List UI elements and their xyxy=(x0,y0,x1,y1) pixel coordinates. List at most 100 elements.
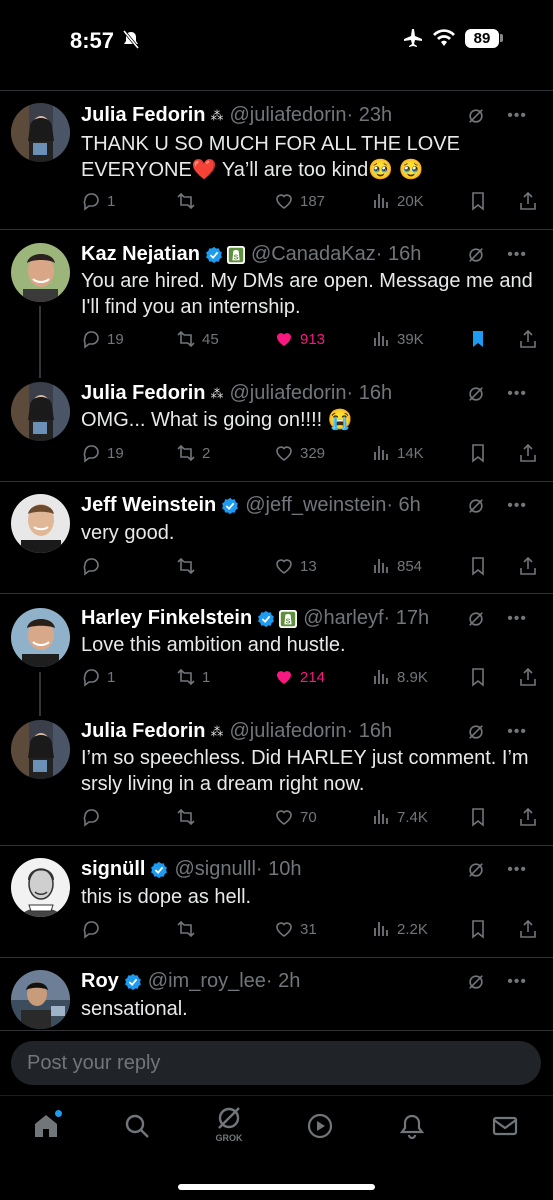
retweet-button[interactable] xyxy=(176,556,202,576)
author-handle[interactable]: @signulll xyxy=(174,858,255,881)
more-options-icon[interactable]: ••• xyxy=(507,610,527,628)
author-handle[interactable]: @juliafedorin xyxy=(229,382,346,405)
views-button[interactable]: 2.2K xyxy=(371,919,428,939)
reply-tweet[interactable]: Julia Fedorin ⁂ @juliafedorin · 16h ••• … xyxy=(0,708,553,846)
avatar[interactable] xyxy=(11,243,70,302)
avatar[interactable] xyxy=(11,858,70,917)
grok-icon[interactable] xyxy=(467,385,485,403)
like-button[interactable]: 31 xyxy=(274,919,317,939)
like-button[interactable]: 13 xyxy=(274,556,317,576)
avatar[interactable] xyxy=(11,720,70,779)
author-handle[interactable]: @CanadaKaz xyxy=(251,243,376,266)
author-handle[interactable]: @harleyf xyxy=(303,607,383,630)
author-handle[interactable]: @juliafedorin xyxy=(229,720,346,743)
grok-icon[interactable] xyxy=(467,107,485,125)
author-handle[interactable]: @juliafedorin xyxy=(229,104,346,127)
avatar[interactable] xyxy=(11,382,70,441)
reply-tweet[interactable]: Roy @im_roy_lee · 2h ••• sensational. xyxy=(0,958,553,1030)
bookmark-button[interactable] xyxy=(468,919,488,939)
more-options-icon[interactable]: ••• xyxy=(507,973,527,991)
grok-icon[interactable] xyxy=(467,246,485,264)
like-button[interactable]: 329 xyxy=(274,443,325,463)
author-name[interactable]: Harley Finkelstein xyxy=(81,607,252,630)
wifi-icon xyxy=(433,29,455,46)
tab-notifications[interactable] xyxy=(390,1112,434,1152)
retweet-button[interactable] xyxy=(176,807,202,827)
more-options-icon[interactable]: ••• xyxy=(507,497,527,515)
retweet-button[interactable]: 2 xyxy=(176,443,210,463)
like-button[interactable]: 187 xyxy=(274,191,325,211)
bell-off-icon xyxy=(122,30,140,49)
retweet-button[interactable]: 1 xyxy=(176,667,210,687)
views-button[interactable]: 39K xyxy=(371,329,424,349)
more-options-icon[interactable]: ••• xyxy=(507,107,527,125)
more-options-icon[interactable]: ••• xyxy=(507,861,527,879)
tab-grok[interactable]: GROK xyxy=(207,1104,251,1144)
reply-input[interactable]: Post your reply xyxy=(11,1041,541,1085)
like-button[interactable]: 214 xyxy=(274,667,325,687)
reply-tweet[interactable]: Julia Fedorin ⁂ @juliafedorin · 16h ••• … xyxy=(0,370,553,482)
views-button[interactable]: 854 xyxy=(371,556,422,576)
reply-tweet[interactable]: Harley Finkelstein S @harleyf · 17h ••• … xyxy=(0,594,553,716)
reply-tweet[interactable]: signüll @signulll · 10h ••• this is dope… xyxy=(0,846,553,958)
author-name[interactable]: Jeff Weinstein xyxy=(81,494,216,517)
reply-button[interactable] xyxy=(81,807,107,827)
reply-tweet[interactable]: Jeff Weinstein @jeff_weinstein · 6h ••• … xyxy=(0,482,553,594)
like-button[interactable]: 913 xyxy=(274,329,325,349)
grok-icon[interactable] xyxy=(467,723,485,741)
grok-icon[interactable] xyxy=(467,973,485,991)
author-name[interactable]: Roy xyxy=(81,970,119,993)
share-button[interactable] xyxy=(518,919,538,939)
grok-icon[interactable] xyxy=(467,497,485,515)
views-button[interactable]: 14K xyxy=(371,443,424,463)
share-button[interactable] xyxy=(518,191,538,211)
retweet-button[interactable] xyxy=(176,191,202,211)
grok-icon[interactable] xyxy=(467,610,485,628)
avatar[interactable] xyxy=(11,103,70,162)
author-name[interactable]: signüll xyxy=(81,858,145,881)
share-button[interactable] xyxy=(518,329,538,349)
bookmark-button[interactable] xyxy=(468,329,488,349)
author-name[interactable]: Julia Fedorin xyxy=(81,720,205,743)
retweet-button[interactable]: 45 xyxy=(176,329,219,349)
grok-icon[interactable] xyxy=(467,861,485,879)
share-button[interactable] xyxy=(518,443,538,463)
more-options-icon[interactable]: ••• xyxy=(507,723,527,741)
tab-messages[interactable] xyxy=(483,1112,527,1152)
like-button[interactable]: 70 xyxy=(274,807,317,827)
views-button[interactable]: 8.9K xyxy=(371,667,428,687)
share-button[interactable] xyxy=(518,667,538,687)
bookmark-button[interactable] xyxy=(468,191,488,211)
reply-tweet[interactable]: Kaz Nejatian S @CanadaKaz · 16h ••• You … xyxy=(0,230,553,378)
bookmark-button[interactable] xyxy=(468,556,488,576)
author-handle[interactable]: @jeff_weinstein xyxy=(245,494,386,517)
bookmark-button[interactable] xyxy=(468,443,488,463)
author-name[interactable]: Kaz Nejatian xyxy=(81,243,200,266)
author-name[interactable]: Julia Fedorin xyxy=(81,382,205,405)
avatar[interactable] xyxy=(11,608,70,667)
author-handle[interactable]: @im_roy_lee xyxy=(148,970,266,993)
share-button[interactable] xyxy=(518,807,538,827)
reply-button[interactable]: 1 xyxy=(81,667,115,687)
avatar[interactable] xyxy=(11,970,70,1029)
tab-home[interactable] xyxy=(24,1110,68,1152)
tab-video[interactable] xyxy=(298,1112,342,1152)
retweet-button[interactable] xyxy=(176,919,202,939)
reply-tweet[interactable]: Julia Fedorin ⁂ @juliafedorin · 23h ••• … xyxy=(0,91,553,230)
more-options-icon[interactable]: ••• xyxy=(507,385,527,403)
bookmark-button[interactable] xyxy=(468,667,488,687)
tab-search[interactable] xyxy=(115,1112,159,1152)
reply-button[interactable]: 19 xyxy=(81,329,124,349)
heart-icon xyxy=(276,194,292,209)
bookmark-button[interactable] xyxy=(468,807,488,827)
views-button[interactable]: 20K xyxy=(371,191,424,211)
reply-button[interactable] xyxy=(81,556,107,576)
more-options-icon[interactable]: ••• xyxy=(507,246,527,264)
avatar[interactable] xyxy=(11,494,70,553)
reply-button[interactable]: 19 xyxy=(81,443,124,463)
views-button[interactable]: 7.4K xyxy=(371,807,428,827)
reply-button[interactable]: 1 xyxy=(81,191,115,211)
share-button[interactable] xyxy=(518,556,538,576)
reply-button[interactable] xyxy=(81,919,107,939)
author-name[interactable]: Julia Fedorin xyxy=(81,104,205,127)
